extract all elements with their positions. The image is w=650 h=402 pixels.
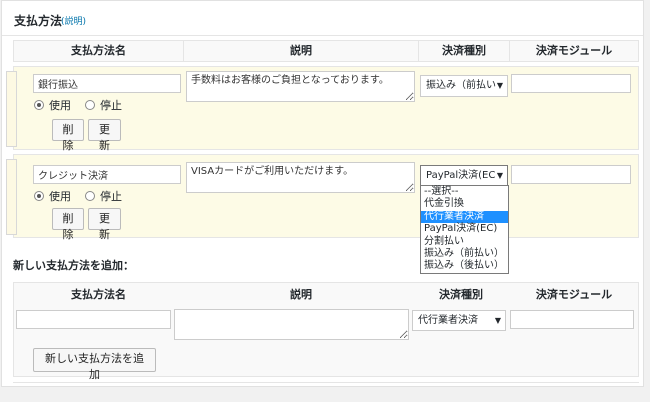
- chevron-down-icon: ▼: [494, 316, 501, 325]
- row1-description-textarea[interactable]: 手数料はお客様のご負担となっております。: [186, 71, 415, 102]
- row2-module-input[interactable]: [511, 165, 631, 184]
- row1-name-input[interactable]: [33, 74, 181, 93]
- dropdown-option[interactable]: 振込み（前払い）: [421, 248, 508, 260]
- divider: [13, 382, 639, 383]
- dropdown-option-highlighted[interactable]: 代行業者決済: [421, 210, 508, 224]
- help-link[interactable]: (説明): [61, 14, 86, 27]
- dropdown-option[interactable]: 分割払い: [421, 236, 508, 248]
- new-module-input[interactable]: [510, 310, 634, 329]
- chevron-down-icon: ▼: [496, 81, 503, 90]
- radio-unchecked-icon: [85, 100, 95, 110]
- row2-type-select[interactable]: PayPal決済(EC ▼: [420, 165, 508, 187]
- row1-module-input[interactable]: [511, 74, 631, 93]
- add-col-header-description: 説明: [290, 288, 312, 301]
- add-section-title: 新しい支払方法を追加：: [13, 259, 134, 272]
- new-name-input[interactable]: [16, 310, 171, 329]
- row1-update-button[interactable]: 更新: [88, 119, 121, 152]
- row1-delete-button[interactable]: 削除: [52, 119, 84, 152]
- add-col-header-name: 支払方法名: [71, 288, 126, 301]
- row2-description-textarea[interactable]: VISAカードがご利用いただけます。: [186, 162, 415, 193]
- row2-delete-button[interactable]: 削除: [52, 208, 84, 241]
- row2-name-input[interactable]: [33, 165, 181, 184]
- radio-checked-icon: [34, 100, 44, 110]
- row1-use-radio[interactable]: 使用: [34, 97, 71, 113]
- row2-use-radio[interactable]: 使用: [34, 188, 71, 204]
- row2-update-button[interactable]: 更新: [88, 208, 121, 241]
- new-type-select[interactable]: 代行業者決済 ▼: [412, 310, 506, 331]
- panel-header: 支払方法 (説明): [2, 1, 643, 36]
- add-col-header-type: 決済種別: [439, 288, 483, 301]
- add-col-header-module: 決済モジュール: [535, 288, 613, 301]
- type-dropdown-list: --選択-- 代金引換 代行業者決済 PayPal決済(EC) 分割払い 振込み…: [420, 185, 509, 274]
- col-header-description: 説明: [183, 40, 419, 62]
- drag-handle[interactable]: [6, 71, 17, 147]
- col-header-type: 決済種別: [418, 40, 510, 62]
- radio-checked-icon: [34, 191, 44, 201]
- radio-unchecked-icon: [85, 191, 95, 201]
- new-description-textarea[interactable]: [174, 309, 409, 340]
- dropdown-option[interactable]: PayPal決済(EC): [421, 223, 508, 235]
- row1-type-select[interactable]: 振込み（前払い ▼: [420, 75, 508, 97]
- panel-title: 支払方法: [14, 14, 63, 28]
- chevron-down-icon: ▼: [496, 171, 503, 180]
- col-header-module: 決済モジュール: [509, 40, 639, 62]
- add-payment-button[interactable]: 新しい支払方法を追加: [33, 348, 156, 381]
- dropdown-option[interactable]: --選択--: [421, 186, 508, 198]
- dropdown-option[interactable]: 代金引換: [421, 198, 508, 210]
- row1-stop-radio[interactable]: 停止: [85, 97, 122, 113]
- drag-handle[interactable]: [6, 159, 17, 235]
- col-header-name: 支払方法名: [13, 40, 184, 62]
- dropdown-option[interactable]: 振込み（後払い）: [421, 260, 508, 272]
- row2-stop-radio[interactable]: 停止: [85, 188, 122, 204]
